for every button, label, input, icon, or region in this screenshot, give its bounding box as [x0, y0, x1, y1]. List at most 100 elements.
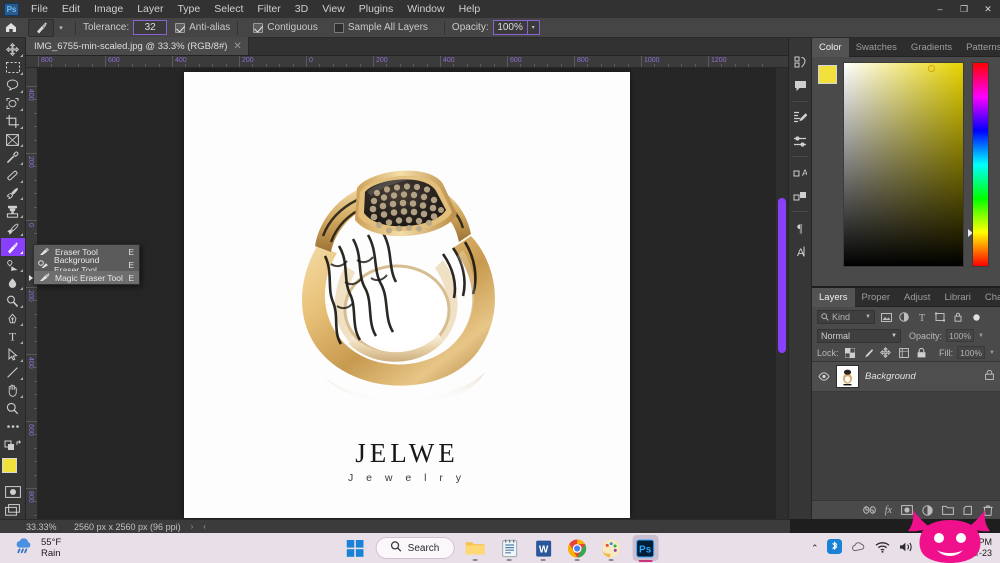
- lock-icon[interactable]: [985, 369, 994, 383]
- battery-icon[interactable]: [923, 541, 942, 555]
- layers-list[interactable]: Background: [812, 361, 1000, 501]
- edit-toolbar-button[interactable]: [1, 418, 25, 436]
- menu-type[interactable]: Type: [170, 0, 207, 18]
- tool-path-selection[interactable]: [1, 346, 25, 364]
- tool-eyedropper[interactable]: [1, 149, 25, 167]
- tool-blur[interactable]: [1, 274, 25, 292]
- lock-image-pixels-icon[interactable]: [861, 346, 875, 360]
- tool-frame[interactable]: [1, 131, 25, 149]
- color-panel-swatches[interactable]: [818, 65, 847, 94]
- brush-settings-icon[interactable]: [789, 105, 811, 129]
- screen-mode-button[interactable]: [1, 501, 25, 519]
- document-tab[interactable]: IMG_6755-min-scaled.jpg @ 33.3% (RGB/8#)…: [26, 37, 249, 55]
- home-icon[interactable]: [0, 22, 22, 33]
- filter-power-icon[interactable]: [969, 310, 983, 324]
- lock-all-icon[interactable]: [915, 346, 929, 360]
- link-layers-icon[interactable]: [862, 506, 876, 514]
- tool-lasso[interactable]: [1, 77, 25, 95]
- wifi-icon[interactable]: [875, 541, 890, 556]
- start-button[interactable]: [342, 535, 368, 561]
- menu-image[interactable]: Image: [87, 0, 130, 18]
- menu-file[interactable]: File: [24, 0, 55, 18]
- search-box[interactable]: Search: [375, 537, 455, 559]
- layer-mask-icon[interactable]: [901, 505, 913, 515]
- status-expand-icon[interactable]: ›: [181, 522, 194, 531]
- lock-transparent-pixels-icon[interactable]: [843, 346, 857, 360]
- tab-layers[interactable]: Layers: [812, 287, 855, 307]
- tool-line[interactable]: [1, 364, 25, 382]
- status-collapse-icon[interactable]: ‹: [193, 522, 206, 531]
- tab-libraries[interactable]: Librari: [937, 288, 977, 307]
- layer-styles-icon[interactable]: fx: [885, 505, 892, 516]
- close-button[interactable]: ✕: [976, 0, 1000, 18]
- tool-move[interactable]: [1, 41, 25, 59]
- chevron-down-icon[interactable]: ▼: [865, 314, 871, 320]
- taskbar-app-paint[interactable]: [598, 535, 624, 561]
- menu-3d[interactable]: 3D: [288, 0, 315, 18]
- tab-color[interactable]: Color: [812, 37, 849, 57]
- new-layer-icon[interactable]: [963, 505, 974, 516]
- smart-object-filter-icon[interactable]: [951, 310, 965, 324]
- tool-dodge[interactable]: [1, 292, 25, 310]
- adjustment-layer-icon[interactable]: [922, 504, 933, 516]
- menu-window[interactable]: Window: [400, 0, 451, 18]
- taskbar-app-photoshop[interactable]: Ps: [632, 535, 659, 562]
- minimize-button[interactable]: –: [928, 0, 952, 18]
- tab-channels[interactable]: Chann: [978, 288, 1000, 307]
- canvas-area[interactable]: JELWE J e w e l r y: [38, 68, 788, 519]
- character-styles-icon[interactable]: A: [789, 160, 811, 184]
- layer-row-background[interactable]: Background: [812, 362, 1000, 392]
- default-colors-and-swap[interactable]: [1, 436, 25, 454]
- menu-plugins[interactable]: Plugins: [352, 0, 400, 18]
- tab-properties[interactable]: Proper: [855, 288, 898, 307]
- opacity-input[interactable]: 100%: [492, 20, 527, 35]
- paragraph-styles-icon[interactable]: [789, 184, 811, 208]
- canvas-vertical-scrollbar[interactable]: [776, 68, 788, 519]
- comments-icon[interactable]: [789, 74, 811, 98]
- layer-fill-input[interactable]: 100%: [957, 346, 986, 359]
- new-group-icon[interactable]: [942, 505, 954, 515]
- tool-clone-stamp[interactable]: [1, 202, 25, 220]
- chevron-down-icon[interactable]: ▼: [989, 350, 995, 356]
- adjustments-icon[interactable]: [789, 129, 811, 153]
- type-filter-icon[interactable]: T: [915, 310, 929, 324]
- tool-crop[interactable]: [1, 113, 25, 131]
- chevron-down-icon[interactable]: ▼: [978, 333, 984, 339]
- flyout-item-magic-eraser-tool[interactable]: Magic Eraser Tool E: [29, 271, 139, 284]
- taskbar-app-chrome[interactable]: [564, 535, 590, 561]
- artboard[interactable]: JELWE J e w e l r y: [184, 72, 630, 518]
- tool-pen[interactable]: [1, 310, 25, 328]
- menu-layer[interactable]: Layer: [130, 0, 170, 18]
- color-field-marker-icon[interactable]: [928, 65, 935, 72]
- eraser-tool-flyout-menu[interactable]: Eraser Tool E Background Eraser Tool E M…: [29, 244, 140, 285]
- paragraph-icon[interactable]: ¶: [789, 215, 811, 239]
- tab-adjustments[interactable]: Adjust: [897, 288, 937, 307]
- contiguous-checkbox[interactable]: Contiguous: [253, 22, 318, 33]
- maximize-button[interactable]: ❐: [952, 0, 976, 18]
- color-field[interactable]: [843, 62, 964, 267]
- adjustment-filter-icon[interactable]: [897, 310, 911, 324]
- quick-mask-button[interactable]: [1, 483, 25, 501]
- menu-select[interactable]: Select: [207, 0, 250, 18]
- zoom-level[interactable]: 33.33%: [0, 522, 68, 532]
- tool-type[interactable]: T: [1, 328, 25, 346]
- tool-object-selection[interactable]: [1, 95, 25, 113]
- taskbar-app-notepad[interactable]: [496, 535, 522, 561]
- taskbar-app-word[interactable]: W: [530, 535, 556, 561]
- hue-slider[interactable]: [972, 62, 989, 267]
- tool-zoom[interactable]: [1, 400, 25, 418]
- color-panel-foreground-swatch[interactable]: [818, 65, 837, 84]
- tool-history-brush[interactable]: [1, 220, 25, 238]
- onedrive-icon[interactable]: [851, 541, 866, 555]
- tool-healing-brush[interactable]: [1, 167, 25, 185]
- color-swatch-icon[interactable]: [789, 50, 811, 74]
- tray-chevron-icon[interactable]: ⌃: [811, 543, 819, 554]
- layer-name-background[interactable]: Background: [865, 371, 916, 382]
- volume-icon[interactable]: [899, 541, 914, 556]
- menu-edit[interactable]: Edit: [55, 0, 87, 18]
- weather-widget[interactable]: 55°F Rain: [0, 537, 61, 559]
- shape-filter-icon[interactable]: [933, 310, 947, 324]
- eye-icon[interactable]: [818, 372, 830, 381]
- lock-position-icon[interactable]: [879, 346, 893, 360]
- pixel-filter-icon[interactable]: [879, 310, 893, 324]
